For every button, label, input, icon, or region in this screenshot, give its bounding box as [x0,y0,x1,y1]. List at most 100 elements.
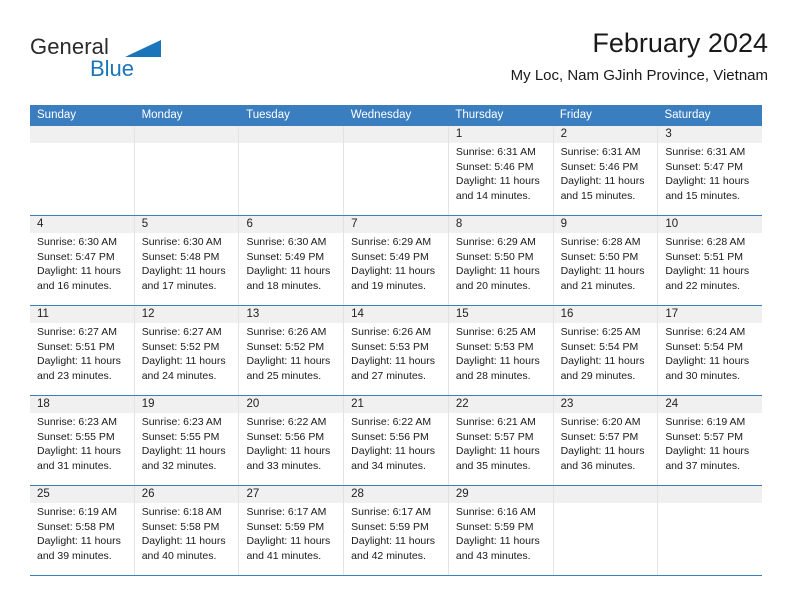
day-number: 20 [246,398,260,410]
day-sun-info: Sunrise: 6:31 AM Sunset: 5:46 PM Daylight:… [561,145,658,203]
day-daylight-line2-text: and 15 minutes. [665,189,741,202]
day-cell[interactable]: 28 Sunrise: 6:17 AM Sunset: 5:59 PM Dayligh… [343,486,448,575]
day-sun-info: Sunrise: 6:29 AM Sunset: 5:49 PM Daylight:… [351,235,448,293]
weekday-header-friday: Friday [559,109,592,121]
calendar-week-row: 1 Sunrise: 6:31 AM Sunset: 5:46 PM Daylight… [30,126,762,215]
day-number: 16 [560,308,574,320]
day-number: 3 [665,128,672,140]
title-block: February 2024 My Loc, Nam GJinh Province… [511,26,768,87]
day-number: 22 [455,398,469,410]
day-sun-info: Sunrise: 6:23 AM Sunset: 5:55 PM Daylight:… [37,415,134,473]
day-cell[interactable]: 1 Sunrise: 6:31 AM Sunset: 5:46 PM Daylight… [447,126,553,215]
calendar-week-row: 18 Sunrise: 6:23 AM Sunset: 5:55 PM Dayligh… [30,395,762,485]
day-daylight-line2-text: and 15 minutes. [560,189,636,202]
day-sun-info: Sunrise: 6:30 AM Sunset: 5:47 PM Daylight:… [37,235,134,293]
day-sunrise-text: Sunrise: 6:26 AM [351,326,432,338]
day-cell[interactable]: 2 Sunrise: 6:31 AM Sunset: 5:46 PM Daylight… [552,126,658,215]
day-sunset-text: Sunset: 5:47 PM [665,160,743,173]
day-sun-info: Sunrise: 6:24 AM Sunset: 5:54 PM Daylight:… [665,325,762,383]
day-cell[interactable]: 15 Sunrise: 6:25 AM Sunset: 5:53 PM Dayligh… [447,306,553,395]
day-daylight-line2-text: and 43 minutes. [455,549,531,562]
day-sun-info: Sunrise: 6:17 AM Sunset: 5:59 PM Daylight:… [246,505,343,563]
day-cell[interactable]: 7 Sunrise: 6:29 AM Sunset: 5:49 PM Daylight… [343,216,448,305]
day-number: 6 [246,218,253,230]
day-daylight-line2-text: and 28 minutes. [455,369,531,382]
day-number: 8 [455,218,463,230]
day-sunrise-text: Sunrise: 6:20 AM [560,416,641,428]
day-daylight-line2-text: and 25 minutes. [246,369,322,382]
day-sunrise-text: Sunrise: 6:19 AM [37,506,117,518]
day-daylight-line1-text: Daylight: 11 hours [455,445,540,457]
day-sunrise-text: Sunrise: 6:24 AM [665,326,746,338]
day-sunset-text: Sunset: 5:54 PM [665,340,743,353]
day-cell[interactable]: 19 Sunrise: 6:23 AM Sunset: 5:55 PM Dayligh… [133,396,239,485]
day-cell[interactable]: 20 Sunrise: 6:22 AM Sunset: 5:56 PM Dayligh… [238,396,343,485]
day-sun-info: Sunrise: 6:30 AM Sunset: 5:48 PM Daylight:… [142,235,239,293]
day-sun-info: Sunrise: 6:27 AM Sunset: 5:52 PM Daylight:… [142,325,239,383]
week-days: 25 Sunrise: 6:19 AM Sunset: 5:58 PM Dayligh… [30,486,762,575]
day-sunrise-text: Sunrise: 6:26 AM [246,326,327,338]
day-sunrise-text: Sunrise: 6:28 AM [560,236,641,248]
day-sunrise-text: Sunrise: 6:25 AM [560,326,641,338]
day-daylight-line1-text: Daylight: 11 hours [246,535,331,547]
day-sunrise-text: Sunrise: 6:30 AM [246,236,327,248]
day-sunset-text: Sunset: 5:48 PM [141,250,220,263]
day-cell[interactable]: 14 Sunrise: 6:26 AM Sunset: 5:53 PM Dayligh… [343,306,448,395]
day-daylight-line2-text: and 31 minutes. [37,459,112,472]
day-cell[interactable]: 22 Sunrise: 6:21 AM Sunset: 5:57 PM Dayligh… [447,396,553,485]
day-cell[interactable]: 13 Sunrise: 6:26 AM Sunset: 5:52 PM Dayligh… [238,306,343,395]
weekday-header-wednesday: Wednesday [350,109,412,121]
day-cell[interactable]: 18 Sunrise: 6:23 AM Sunset: 5:55 PM Dayligh… [30,396,134,485]
day-daylight-line2-text: and 30 minutes. [665,369,741,382]
day-cell[interactable]: 12 Sunrise: 6:27 AM Sunset: 5:52 PM Dayligh… [133,306,239,395]
day-sun-info: Sunrise: 6:26 AM Sunset: 5:53 PM Daylight:… [351,325,448,383]
day-daylight-line2-text: and 36 minutes. [560,459,636,472]
day-daylight-line2-text: and 33 minutes. [246,459,322,472]
day-sunset-text: Sunset: 5:51 PM [37,340,115,353]
day-cell[interactable]: 6 Sunrise: 6:30 AM Sunset: 5:49 PM Daylight… [238,216,343,305]
day-daylight-line1-text: Daylight: 11 hours [37,535,121,547]
general-blue-logo[interactable]: General Blue [30,34,230,90]
day-daylight-line1-text: Daylight: 11 hours [37,355,121,367]
day-cell[interactable]: 8 Sunrise: 6:29 AM Sunset: 5:50 PM Daylight… [447,216,553,305]
day-sunrise-text: Sunrise: 6:31 AM [455,146,536,158]
day-cell[interactable]: 5 Sunrise: 6:30 AM Sunset: 5:48 PM Daylight… [133,216,239,305]
week-days: 1 Sunrise: 6:31 AM Sunset: 5:46 PM Daylight… [30,126,762,215]
day-cell[interactable]: 17 Sunrise: 6:24 AM Sunset: 5:54 PM Dayligh… [657,306,762,395]
day-cell[interactable]: 4 Sunrise: 6:30 AM Sunset: 5:47 PM Daylight… [30,216,134,305]
day-sunrise-text: Sunrise: 6:29 AM [455,236,536,248]
day-cell[interactable]: 3 Sunrise: 6:31 AM Sunset: 5:47 PM Daylight… [657,126,762,215]
day-cell[interactable]: 29 Sunrise: 6:16 AM Sunset: 5:59 PM Dayligh… [447,486,553,575]
day-sunrise-text: Sunrise: 6:16 AM [455,506,536,518]
day-daylight-line2-text: and 29 minutes. [560,369,636,382]
day-cell[interactable]: 25 Sunrise: 6:19 AM Sunset: 5:58 PM Dayligh… [30,486,134,575]
day-sunset-text: Sunset: 5:59 PM [246,520,325,533]
day-daylight-line2-text: and 39 minutes. [37,549,112,562]
calendar-bottom-rule [30,575,762,576]
day-sun-info: Sunrise: 6:19 AM Sunset: 5:57 PM Daylight:… [665,415,762,473]
day-cell[interactable]: 24 Sunrise: 6:19 AM Sunset: 5:57 PM Dayligh… [657,396,762,485]
day-number: 11 [37,308,49,320]
logo-text-blue: Blue [90,56,135,81]
day-cell[interactable]: 11 Sunrise: 6:27 AM Sunset: 5:51 PM Dayligh… [30,306,134,395]
day-cell[interactable]: 10 Sunrise: 6:28 AM Sunset: 5:51 PM Dayligh… [657,216,762,305]
day-sunrise-text: Sunrise: 6:27 AM [37,326,117,338]
week-days: 11 Sunrise: 6:27 AM Sunset: 5:51 PM Dayligh… [30,306,762,395]
day-cell[interactable]: 9 Sunrise: 6:28 AM Sunset: 5:50 PM Daylight… [552,216,658,305]
day-daylight-line1-text: Daylight: 11 hours [665,175,750,187]
day-cell[interactable]: 27 Sunrise: 6:17 AM Sunset: 5:59 PM Dayligh… [238,486,343,575]
day-sunrise-text: Sunrise: 6:23 AM [141,416,222,428]
day-cell[interactable]: 23 Sunrise: 6:20 AM Sunset: 5:57 PM Dayligh… [552,396,658,485]
day-number: 21 [351,398,364,410]
day-cell[interactable]: 26 Sunrise: 6:18 AM Sunset: 5:58 PM Dayligh… [133,486,239,575]
day-sunrise-text: Sunrise: 6:17 AM [246,506,327,518]
day-sun-info: Sunrise: 6:22 AM Sunset: 5:56 PM Daylight:… [246,415,343,473]
day-cell-empty [552,486,658,575]
day-daylight-line2-text: and 32 minutes. [141,459,217,472]
day-sunset-text: Sunset: 5:46 PM [560,160,639,173]
day-cell[interactable]: 16 Sunrise: 6:25 AM Sunset: 5:54 PM Dayligh… [552,306,658,395]
day-cell[interactable]: 21 Sunrise: 6:22 AM Sunset: 5:56 PM Dayligh… [343,396,448,485]
week-days: 18 Sunrise: 6:23 AM Sunset: 5:55 PM Dayligh… [30,396,762,485]
day-sun-info: Sunrise: 6:28 AM Sunset: 5:51 PM Daylight:… [665,235,762,293]
day-daylight-line1-text: Daylight: 11 hours [665,445,750,457]
